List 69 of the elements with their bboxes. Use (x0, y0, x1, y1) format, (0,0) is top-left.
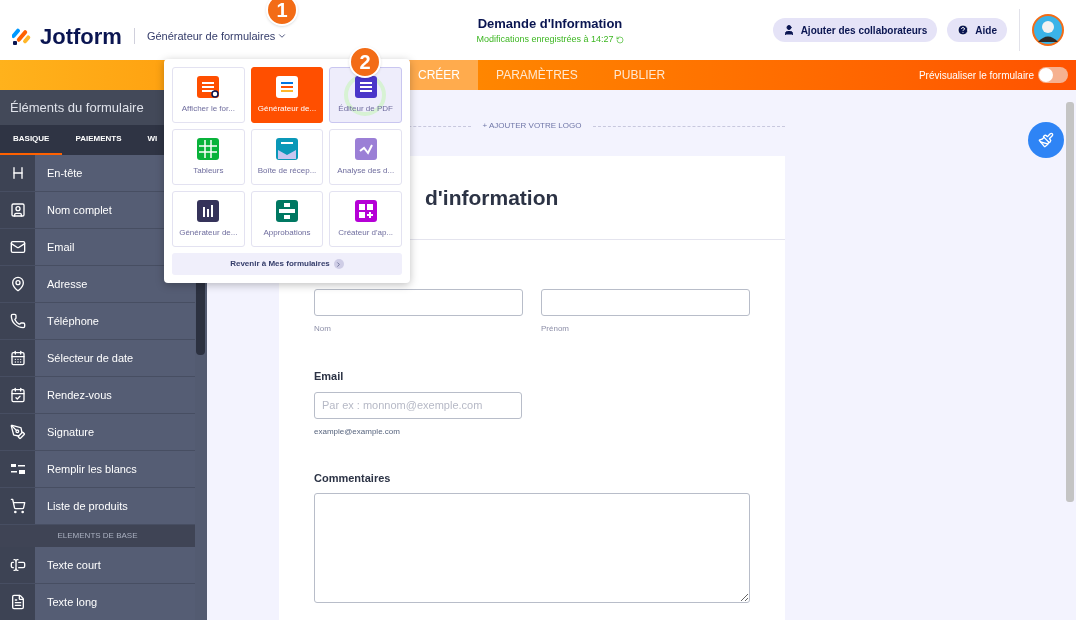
cart-icon (9, 498, 26, 514)
app-tile[interactable]: Générateur de... (172, 191, 245, 247)
text-field[interactable] (541, 289, 750, 316)
form-element-item[interactable]: Adresse (0, 266, 195, 303)
user-icon (782, 24, 795, 36)
form-element-item[interactable]: Liste de produits (0, 488, 195, 525)
app-switcher[interactable]: Générateur de formulaires (146, 27, 288, 45)
inbox-icon (276, 137, 298, 160)
add-collaborators-button[interactable]: Ajouter des collaborateurs (772, 18, 938, 42)
bar-chart-icon (197, 199, 220, 222)
back-to-forms-link[interactable]: Revenir à Mes formulaires (172, 253, 402, 275)
app-tile[interactable]: Tableurs (172, 129, 245, 185)
text-area-icon (9, 594, 26, 610)
preview-label: Prévisualiser le formulaire (918, 68, 1034, 83)
brand-name: Jotform (40, 22, 122, 51)
sidebar-tab[interactable]: WI (134, 125, 171, 155)
app-tile[interactable]: Boîte de récep... (250, 129, 324, 185)
form-element-item[interactable]: Téléphone (0, 303, 195, 340)
help-button[interactable]: Aide (947, 18, 1007, 42)
designer-button[interactable] (1028, 122, 1064, 158)
table-icon (197, 137, 220, 160)
logo-icon (12, 26, 32, 46)
save-status: Modifications enregistrées à 14:27 (476, 33, 624, 47)
chevron-icon (335, 260, 343, 268)
form-element-item[interactable]: Remplir les blancs (0, 451, 195, 488)
comments-field[interactable] (314, 493, 750, 603)
form-title: Demande d'Information (477, 14, 623, 33)
sidebar-tab[interactable]: PAIEMENTS (62, 125, 135, 155)
calendar-icon (9, 350, 26, 366)
field-sublabel: example@example.com (314, 425, 401, 438)
calendar-check-icon (9, 387, 26, 403)
paintbrush-icon (1038, 132, 1054, 148)
pen-nib-icon (9, 424, 26, 440)
form-element-item[interactable]: Rendez-vous (0, 377, 195, 414)
form-icon (276, 75, 298, 98)
caret-icon (277, 31, 288, 41)
form-heading: d'information (425, 184, 559, 211)
phone-icon (9, 313, 26, 329)
envelope-icon (9, 239, 26, 255)
grid-plus-icon (354, 199, 377, 222)
app-tile[interactable]: Créateur d'ap... (329, 191, 402, 247)
form-view-icon (197, 75, 220, 98)
refresh-icon (615, 35, 624, 44)
avatar[interactable] (1032, 14, 1064, 46)
form-element-item[interactable]: Texte court (0, 547, 195, 584)
section-heading: ELEMENTS DE BASE (0, 525, 195, 547)
field-label: Commentaires (314, 470, 392, 486)
app-tile[interactable]: Afficher le for... (172, 67, 245, 123)
field-sublabel: Prénom (541, 323, 570, 335)
page-scrollbar[interactable] (1066, 102, 1074, 502)
app-tile[interactable]: Analyse des d... (329, 129, 402, 185)
add-logo-link[interactable]: + AJOUTER VOTRE LOGO (482, 120, 582, 132)
map-pin-icon (9, 276, 26, 292)
text-input-icon (9, 557, 26, 573)
form-element-item[interactable]: Signature (0, 414, 195, 451)
contact-card-icon (9, 202, 26, 218)
app-tile[interactable]: Approbations (250, 191, 324, 247)
help-icon (957, 24, 970, 36)
preview-toggle[interactable] (1038, 67, 1068, 83)
email-field[interactable]: Par ex : monnom@exemple.com (314, 391, 522, 419)
fill-blanks-icon (9, 463, 26, 475)
flow-icon (276, 199, 298, 222)
chart-icon (354, 137, 377, 160)
text-field[interactable] (314, 289, 523, 316)
field-label: Email (314, 369, 345, 384)
form-element-item[interactable]: Sélecteur de date (0, 340, 195, 377)
field-sublabel: Nom (314, 323, 332, 335)
app-tile[interactable]: Générateur de... (250, 67, 324, 123)
document-icon (354, 75, 377, 98)
